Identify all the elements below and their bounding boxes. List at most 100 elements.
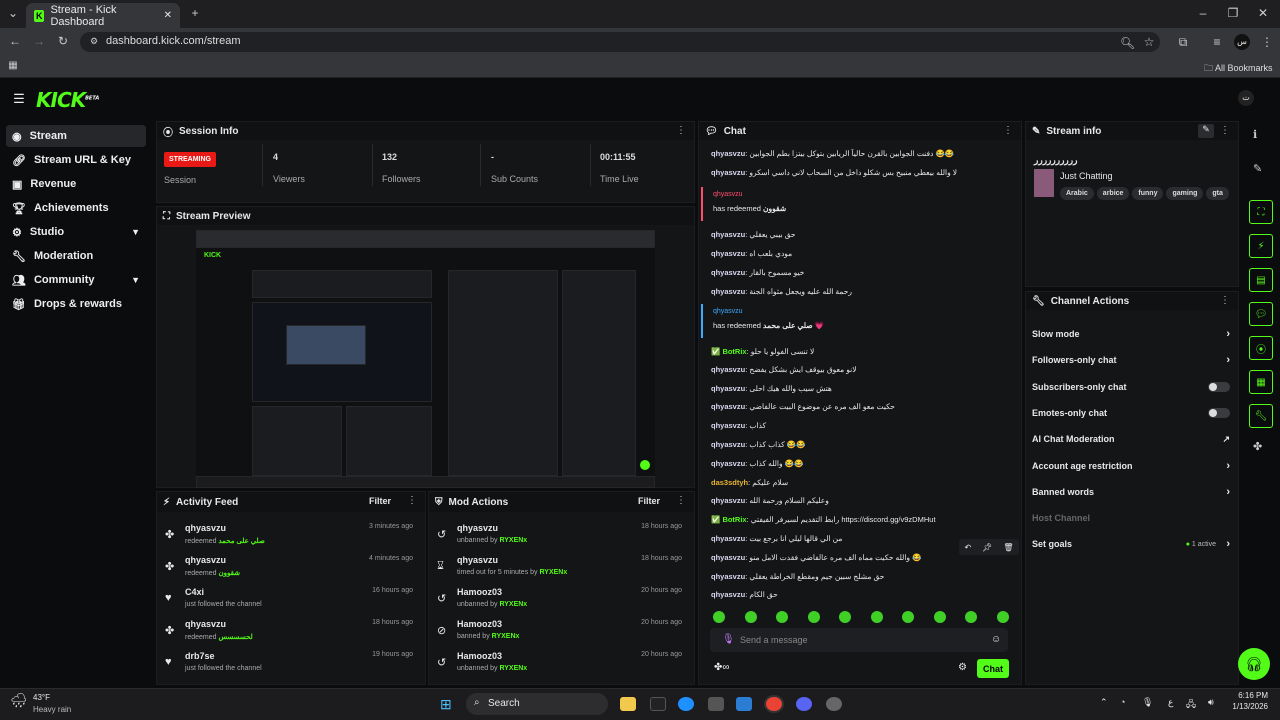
sidebar-item-stream-url[interactable]: 🔗︎ Stream URL & Key	[6, 149, 146, 171]
stream-tag[interactable]: funny	[1132, 187, 1164, 200]
sidebar-item-achievements[interactable]: 🏆︎ Achievements	[6, 197, 146, 219]
widget-flash-button[interactable]: ⚡︎	[1249, 234, 1273, 258]
mod-target-user[interactable]: Hamooz03	[457, 587, 502, 597]
emote-icon[interactable]	[933, 611, 946, 623]
info-icon[interactable]: ℹ	[1253, 128, 1257, 141]
channel-action-row[interactable]: AI Chat Moderation ↗	[1032, 429, 1230, 449]
chat-message-input[interactable]: Send a message	[710, 628, 1008, 652]
chat-username[interactable]: qhyasvzu	[711, 249, 745, 258]
mod-by-user[interactable]: RYXENx	[499, 601, 527, 608]
chat-message[interactable]: qhyasvzu: حق بيبي يعقلي	[711, 230, 1011, 239]
mail-icon[interactable]	[736, 697, 752, 711]
chat-message[interactable]: qhyasvzu: وعليكم السلام ورحمة الله	[711, 496, 1011, 505]
microphone-icon[interactable]: 🎙︎	[722, 634, 735, 645]
channel-action-row[interactable]: Followers-only chat ›	[1032, 350, 1230, 370]
more-options-icon[interactable]: ⋮	[1003, 125, 1013, 136]
hamburger-menu-icon[interactable]: ☰	[12, 91, 26, 107]
stream-tag[interactable]: gaming	[1166, 187, 1204, 200]
chat-message[interactable]: das3sdtyh: سلام عليكم	[711, 478, 1011, 487]
channel-action-row[interactable]: Banned words ›	[1032, 482, 1230, 502]
chat-username[interactable]: qhyasvzu	[711, 440, 745, 449]
activity-user[interactable]: drb7se	[185, 651, 215, 661]
channel-action-row[interactable]: Subscribers-only chat	[1032, 377, 1230, 397]
emote-icon[interactable]	[965, 611, 977, 623]
chat-message[interactable]: qhyasvzu: كذاب	[711, 421, 1011, 430]
chat-message[interactable]: qhyasvzu: والله كذاب 😂😂	[711, 459, 1011, 468]
chat-message[interactable]: qhyasvzu: حق الكام	[711, 590, 1011, 599]
chat-username[interactable]: qhyasvzu	[711, 402, 745, 411]
forward-icon[interactable]: →	[32, 34, 46, 48]
network-icon[interactable]: 🖧︎	[1186, 697, 1196, 713]
url-input[interactable]: dashboard.kick.com/stream	[80, 32, 1160, 52]
channel-action-row[interactable]: Account age restriction ›	[1032, 456, 1230, 476]
channel-action-row[interactable]: Slow mode ›	[1032, 324, 1230, 344]
site-info-icon[interactable]: ⚙	[88, 36, 100, 47]
chat-message[interactable]: qhyasvzu: رحمة الله عليه ويجعل مثواه الج…	[711, 287, 1011, 296]
browser-menu-icon[interactable]: ⋮	[1260, 35, 1274, 49]
mod-by-user[interactable]: RYXENx	[492, 633, 520, 640]
edit-button[interactable]: ✎	[1198, 124, 1214, 138]
activity-user[interactable]: qhyasvzu	[185, 619, 226, 629]
widget-chat-button[interactable]: 💬︎	[1249, 302, 1273, 326]
extensions-icon[interactable]: ⧉	[1176, 35, 1190, 50]
stream-tag[interactable]: Arabic	[1060, 187, 1094, 200]
app-icon[interactable]	[650, 697, 666, 711]
back-icon[interactable]: ←	[8, 34, 22, 48]
new-tab-icon[interactable]: +	[188, 6, 202, 20]
kick-logo[interactable]: KICKBETA	[36, 88, 99, 112]
clock[interactable]: 6:16 PM 1/13/2026	[1228, 691, 1268, 711]
taskbar-search[interactable]: Search	[466, 693, 608, 715]
wifi-icon[interactable]: ◔	[1120, 697, 1125, 707]
mic-tray-icon[interactable]: 🎙︎	[1142, 697, 1153, 708]
emote-icon[interactable]	[902, 611, 914, 623]
filter-button[interactable]: Filter	[369, 496, 391, 506]
discord-icon[interactable]	[796, 697, 812, 711]
delete-icon[interactable]: 🗑︎	[1003, 543, 1013, 552]
sidebar-item-moderation[interactable]: 🔧︎ Moderation	[6, 245, 146, 267]
more-options-icon[interactable]: ⋮	[676, 125, 686, 136]
emote-icon[interactable]	[807, 611, 820, 623]
weather-desc[interactable]: Heavy rain	[33, 705, 71, 714]
send-chat-button[interactable]: Chat	[977, 659, 1009, 678]
widget-radio-button[interactable]: ⦿	[1249, 336, 1273, 360]
emote-icon[interactable]	[713, 611, 725, 623]
chat-username[interactable]: qhyasvzu	[711, 149, 745, 158]
emote-icon[interactable]	[870, 611, 883, 623]
emote-menu-icon[interactable]: ✤∞	[714, 662, 730, 673]
all-bookmarks[interactable]: 🗀 All Bookmarks	[1204, 61, 1273, 77]
channel-action-row[interactable]: Emotes-only chat	[1032, 403, 1230, 423]
more-options-icon[interactable]: ⋮	[407, 495, 417, 506]
tab-search-icon[interactable]: ⌄	[6, 6, 20, 20]
chat-message[interactable]: qhyasvzu: حكيت معو الف مره عن موضوع البي…	[711, 402, 1011, 411]
chat-username[interactable]: qhyasvzu	[711, 572, 745, 581]
sidebar-item-drops[interactable]: 🎁︎ Drops & rewards	[6, 293, 146, 315]
chat-username[interactable]: qhyasvzu	[711, 421, 745, 430]
reload-icon[interactable]: ↻	[56, 34, 70, 48]
user-avatar[interactable]: ت	[1238, 90, 1254, 106]
emote-icon[interactable]	[776, 611, 788, 623]
chat-username[interactable]: qhyasvzu	[711, 168, 745, 177]
stream-tag[interactable]: arbice	[1096, 187, 1130, 200]
widget-doc-button[interactable]: ▤	[1249, 268, 1273, 292]
stream-preview-video[interactable]: KICK	[196, 230, 655, 488]
bookmark-star-icon[interactable]: ☆	[1142, 35, 1156, 49]
sidebar-item-community[interactable]: 👥︎ Community ▼	[6, 269, 146, 291]
chat-settings-icon[interactable]: ⚙	[958, 662, 967, 673]
chat-username[interactable]: qhyasvzu	[711, 496, 745, 505]
chat-username[interactable]: qhyasvzu	[711, 230, 745, 239]
emoji-picker-icon[interactable]: ☺	[991, 634, 1001, 645]
widget-scan-button[interactable]: ⛶	[1249, 200, 1273, 224]
zoom-icon[interactable]: 🔍︎	[1120, 36, 1135, 50]
chat-message[interactable]: qhyasvzu: مودي بلعب اه	[711, 249, 1011, 258]
channel-action-row[interactable]: Set goals ● 1 active ›	[1032, 534, 1230, 554]
tray-chevron-icon[interactable]: ⌃	[1100, 697, 1108, 708]
mod-target-user[interactable]: qhyasvzu	[457, 523, 498, 533]
edge-icon[interactable]	[678, 697, 694, 711]
chat-username[interactable]: qhyasvzu	[711, 534, 745, 543]
chat-username[interactable]: qhyasvzu	[711, 384, 745, 393]
profile-avatar[interactable]: ‫س	[1234, 34, 1250, 50]
chat-message[interactable]: qhyasvzu: هتش سيب والله هيك احلى	[711, 384, 1011, 393]
emote-icon[interactable]	[996, 611, 1009, 623]
pencil-icon[interactable]: ✎	[1253, 162, 1262, 175]
maximize-icon[interactable]: ❐	[1226, 6, 1240, 20]
